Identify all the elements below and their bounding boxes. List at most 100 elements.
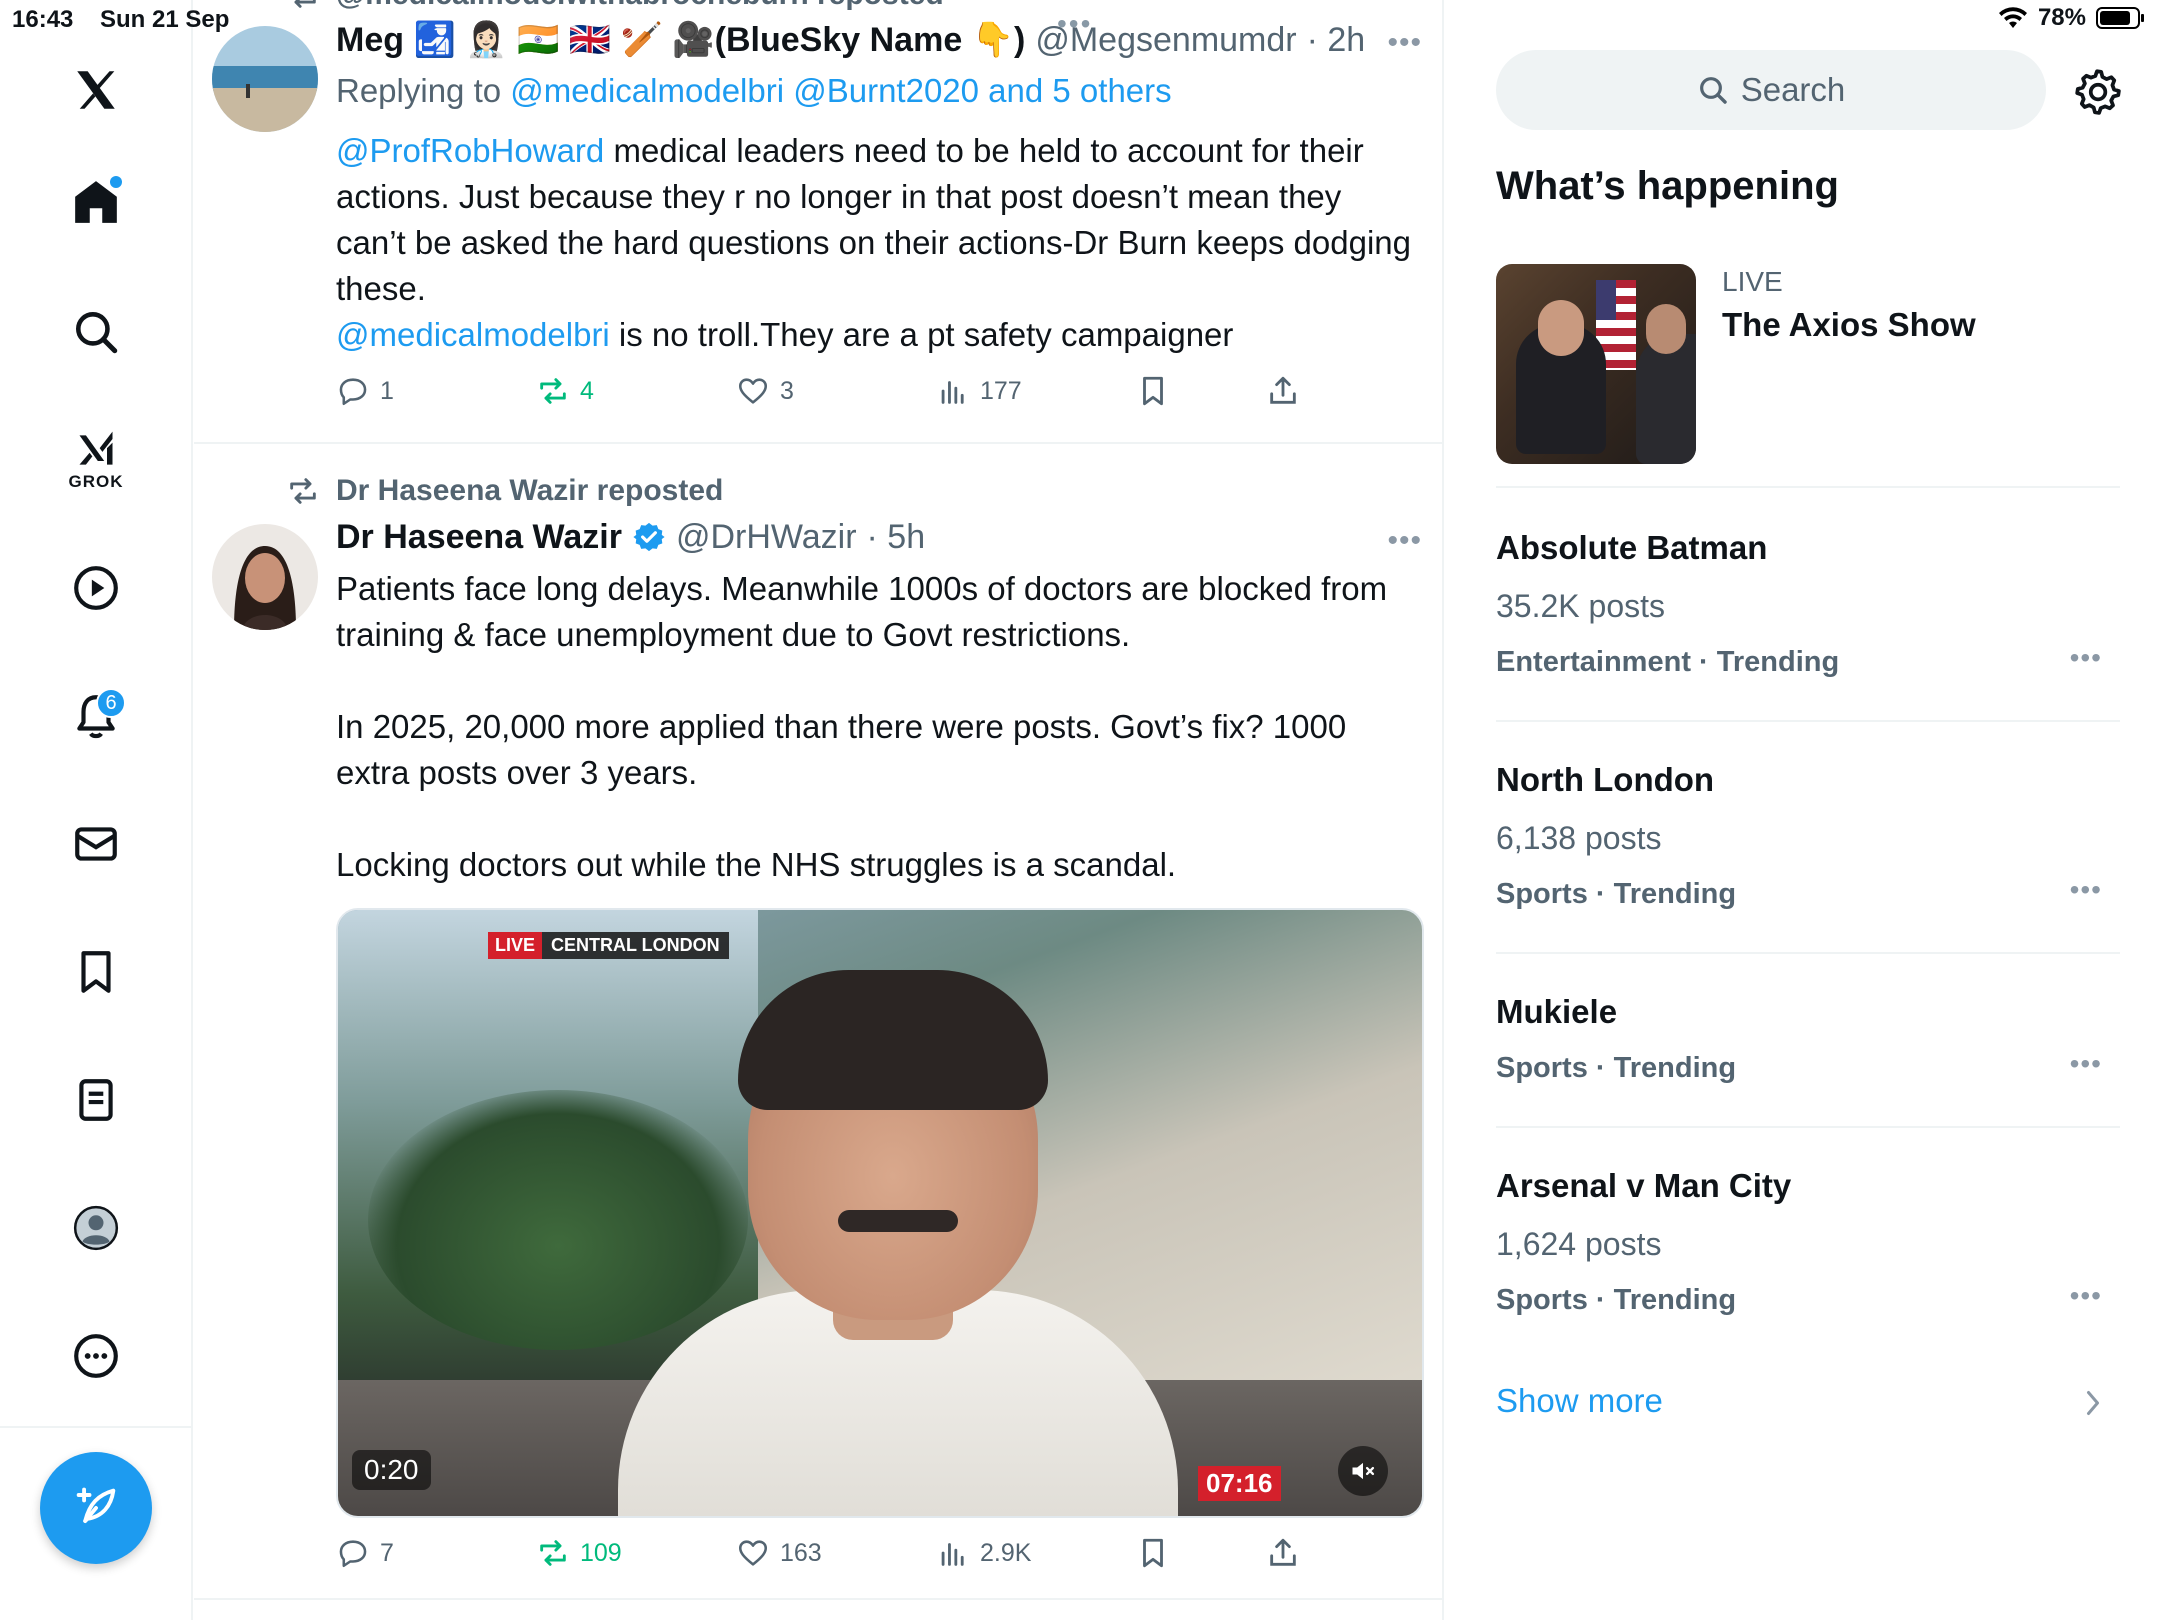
reply-button[interactable]: 7 bbox=[336, 1536, 394, 1570]
status-date: Sun 21 Sep bbox=[100, 6, 230, 33]
broadcast-location: CENTRAL LONDON bbox=[542, 932, 729, 959]
like-button[interactable]: 163 bbox=[736, 1536, 822, 1570]
profile-icon bbox=[73, 1205, 119, 1251]
views-icon bbox=[941, 1543, 964, 1566]
trend-item[interactable]: Arsenal v Man City 1,624 posts Sports · … bbox=[1496, 1164, 2120, 1320]
status-indicators: 78% bbox=[1998, 4, 2146, 32]
nav-home[interactable] bbox=[56, 162, 136, 242]
repost-icon bbox=[540, 378, 566, 404]
compose-icon bbox=[76, 1487, 116, 1523]
timeline-feed[interactable]: @medicalmodelwithabrocheburn reposted Me… bbox=[194, 0, 1444, 1620]
bookmark-icon bbox=[1143, 376, 1163, 406]
compose-button[interactable] bbox=[40, 1452, 152, 1564]
live-label: LIVE bbox=[1722, 266, 1783, 297]
tweet-more-icon[interactable]: ••• bbox=[1387, 524, 1422, 558]
like-icon bbox=[738, 378, 768, 404]
views-icon bbox=[941, 381, 964, 404]
tweet-time[interactable]: · 5h bbox=[867, 518, 926, 557]
nav-messages[interactable] bbox=[56, 804, 136, 884]
live-title[interactable]: The Axios Show bbox=[1722, 306, 1976, 344]
author-handle[interactable]: @DrHWazir bbox=[676, 518, 857, 557]
share-button[interactable] bbox=[1266, 1536, 1300, 1570]
trend-more-icon[interactable]: ••• bbox=[2070, 1048, 2102, 1080]
tweet-divider bbox=[194, 442, 1442, 444]
share-button[interactable] bbox=[1266, 374, 1300, 408]
mention-link[interactable]: @medicalmodelbri bbox=[336, 316, 610, 353]
tweet-actions: 7 109 163 2.9K bbox=[336, 1536, 1416, 1580]
trend-name: Arsenal v Man City bbox=[1496, 1167, 1792, 1204]
show-more-link[interactable]: Show more bbox=[1496, 1382, 1663, 1420]
tweet-video[interactable]: LIVE CENTRAL LONDON 07:16 0:20 bbox=[336, 908, 1424, 1518]
left-nav: GROK 6 bbox=[0, 0, 193, 1620]
nav-bookmarks[interactable] bbox=[56, 932, 136, 1012]
views-count: 2.9K bbox=[980, 1538, 1032, 1567]
trend-item[interactable]: Absolute Batman 35.2K posts Entertainmen… bbox=[1496, 526, 2120, 682]
verified-icon bbox=[632, 518, 666, 557]
battery-percent: 78% bbox=[2037, 4, 2086, 31]
repost-button[interactable]: 109 bbox=[536, 1536, 622, 1570]
trend-posts: 1,624 posts bbox=[1496, 1226, 1662, 1262]
avatar[interactable] bbox=[212, 26, 318, 132]
bookmark-button[interactable] bbox=[1136, 374, 1170, 408]
trend-item[interactable]: Mukiele Sports · Trending ••• bbox=[1496, 990, 2120, 1088]
nav-notifications[interactable]: 6 bbox=[56, 676, 136, 756]
settings-button[interactable] bbox=[2072, 66, 2122, 116]
reply-icon bbox=[339, 378, 367, 406]
video-icon bbox=[74, 566, 118, 610]
tweet-text: @ProfRobHoward medical leaders need to b… bbox=[336, 128, 1416, 358]
more-icon bbox=[74, 1334, 118, 1378]
trend-more-icon[interactable]: ••• bbox=[2070, 642, 2102, 674]
trend-category: Sports · Trending bbox=[1496, 1284, 1737, 1316]
like-count: 3 bbox=[780, 376, 794, 405]
trend-name: Mukiele bbox=[1496, 993, 1618, 1030]
like-icon bbox=[738, 1540, 768, 1566]
views-count: 177 bbox=[980, 376, 1022, 405]
trend-item[interactable]: North London 6,138 posts Sports · Trendi… bbox=[1496, 758, 2120, 914]
repost-header-text: Dr Haseena Wazir reposted bbox=[336, 474, 724, 507]
broadcast-live-tag: LIVE CENTRAL LONDON bbox=[488, 932, 729, 959]
right-sidebar: Search What’s happening LIVE The Axios S… bbox=[1446, 0, 2160, 1620]
share-icon bbox=[1270, 1538, 1296, 1566]
nav-lists[interactable] bbox=[56, 1060, 136, 1140]
repost-icon bbox=[540, 1540, 566, 1566]
trend-name: Absolute Batman bbox=[1496, 529, 1768, 566]
chevron-right-icon[interactable] bbox=[2082, 1388, 2104, 1418]
grok-label: GROK bbox=[68, 472, 124, 491]
views-button[interactable]: 177 bbox=[936, 374, 1022, 408]
battery-icon bbox=[2096, 7, 2144, 29]
reply-button[interactable]: 1 bbox=[336, 374, 394, 408]
mute-button[interactable] bbox=[1338, 1446, 1388, 1496]
reply-count: 7 bbox=[380, 1538, 394, 1567]
nav-profile[interactable] bbox=[56, 1188, 136, 1268]
views-button[interactable]: 2.9K bbox=[936, 1536, 1031, 1570]
x-logo-icon[interactable] bbox=[56, 50, 136, 130]
reply-targets[interactable]: @medicalmodelbri @Burnt2020 and 5 others bbox=[510, 72, 1171, 109]
tweet-text-part: is no troll.They are a pt safety campaig… bbox=[609, 316, 1234, 353]
repost-icon bbox=[290, 478, 316, 504]
repost-button[interactable]: 4 bbox=[536, 374, 594, 408]
search-icon bbox=[76, 312, 118, 354]
bookmark-icon bbox=[1143, 1538, 1163, 1568]
like-button[interactable]: 3 bbox=[736, 374, 794, 408]
multitask-dots-icon[interactable]: ••• bbox=[1057, 8, 1092, 40]
reply-context: Replying to @medicalmodelbri @Burnt2020 … bbox=[336, 72, 1172, 110]
status-bar: 16:43 Sun 21 Sep ••• 78% bbox=[0, 0, 2160, 40]
search-input[interactable]: Search bbox=[1496, 50, 2046, 130]
avatar[interactable] bbox=[212, 524, 318, 630]
mention-link[interactable]: @ProfRobHoward bbox=[336, 132, 604, 169]
live-thumbnail[interactable] bbox=[1496, 264, 1696, 464]
nav-more[interactable] bbox=[56, 1316, 136, 1396]
share-icon bbox=[1270, 376, 1296, 404]
nav-videos[interactable] bbox=[56, 548, 136, 628]
repost-count: 109 bbox=[580, 1538, 622, 1567]
nav-explore[interactable] bbox=[56, 292, 136, 372]
notification-badge: 6 bbox=[96, 688, 126, 718]
trend-more-icon[interactable]: ••• bbox=[2070, 1280, 2102, 1312]
author-name[interactable]: Dr Haseena Wazir bbox=[336, 518, 622, 557]
bookmark-button[interactable] bbox=[1136, 1536, 1170, 1570]
trend-more-icon[interactable]: ••• bbox=[2070, 874, 2102, 906]
divider bbox=[1496, 1126, 2120, 1128]
wifi-icon bbox=[1998, 7, 2027, 28]
divider bbox=[1496, 486, 2120, 488]
nav-grok[interactable]: GROK bbox=[56, 420, 136, 500]
